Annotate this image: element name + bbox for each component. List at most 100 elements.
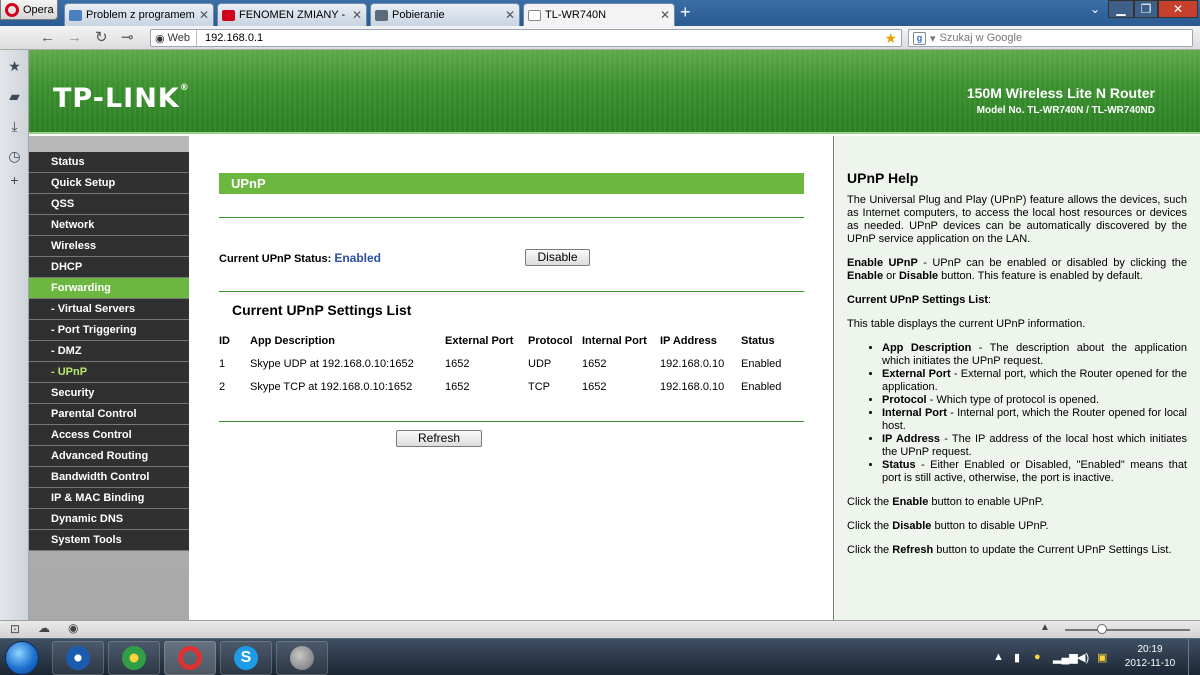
- turbo-icon[interactable]: ◉: [68, 621, 78, 635]
- opera-menu-button[interactable]: Opera: [0, 0, 58, 20]
- help-term: Enable: [892, 496, 929, 508]
- view-up-icon[interactable]: ▲: [1040, 622, 1050, 633]
- add-panel-icon[interactable]: +: [7, 173, 22, 188]
- tray-volume-icon[interactable]: ◀): [1077, 651, 1089, 664]
- menu-item-quick-setup[interactable]: Quick Setup: [29, 173, 189, 194]
- tab-fenomen-zmiany[interactable]: FENOMEN ZMIANY - Y... ✕: [217, 3, 367, 26]
- url-text[interactable]: 192.168.0.1: [197, 32, 263, 44]
- close-tab-icon[interactable]: ✕: [352, 8, 362, 22]
- menu-item-dynamic-dns[interactable]: Dynamic DNS: [29, 509, 189, 530]
- new-tab-icon[interactable]: +: [680, 3, 691, 21]
- close-tab-icon[interactable]: ✕: [505, 8, 515, 22]
- tp-link-logo: TP-LINK®: [53, 83, 190, 114]
- close-tab-icon[interactable]: ✕: [199, 8, 209, 22]
- tab-tl-wr740n[interactable]: TL-WR740N ✕: [523, 3, 675, 26]
- back-icon[interactable]: ←: [40, 29, 55, 47]
- forward-icon[interactable]: →: [67, 29, 82, 47]
- column-header: Internal Port: [582, 334, 647, 347]
- web-badge[interactable]: ◉ Web: [151, 30, 198, 46]
- upnp-panel: UPnP Current UPnP Status: Enabled Disabl…: [189, 136, 833, 620]
- menu-item-dhcp[interactable]: DHCP: [29, 257, 189, 278]
- history-clock-icon[interactable]: ◷: [7, 149, 22, 164]
- tray-usb-icon[interactable]: ▮: [1014, 651, 1020, 664]
- divider: [219, 217, 804, 218]
- opera-unite-cloud-icon[interactable]: ☁: [38, 621, 50, 635]
- table-cell: 1652: [582, 357, 607, 370]
- close-tab-icon[interactable]: ✕: [660, 8, 670, 22]
- help-bullet: Internal Port - Internal port, which the…: [882, 407, 1187, 433]
- menu-item-advanced-routing[interactable]: Advanced Routing: [29, 446, 189, 467]
- restore-icon[interactable]: ❐: [1134, 0, 1158, 18]
- menu-top-gap: [29, 136, 189, 152]
- search-field[interactable]: g ▾ Szukaj w Google: [908, 29, 1193, 47]
- zoom-slider-track[interactable]: [1065, 629, 1190, 631]
- help-term: Enable: [847, 270, 884, 282]
- taskbar-app-gimp[interactable]: [276, 641, 328, 675]
- menu-item-status[interactable]: Status: [29, 152, 189, 173]
- google-icon: g: [913, 31, 926, 45]
- tray-messenger-icon[interactable]: ●: [1034, 651, 1041, 663]
- reload-icon[interactable]: ↻: [95, 29, 108, 47]
- menu-item-network[interactable]: Network: [29, 215, 189, 236]
- menu-item-parental-control[interactable]: Parental Control: [29, 404, 189, 425]
- upnp-settings-table: ID App Description External Port Protocol In…: [219, 329, 804, 398]
- help-term: Disable: [892, 520, 932, 532]
- bookmarks-star-icon[interactable]: ★: [7, 59, 22, 74]
- menu-item-dmz[interactable]: - DMZ: [29, 341, 189, 362]
- help-term: External Port: [882, 368, 951, 380]
- help-text: button to enable UPnP.: [928, 496, 1044, 508]
- menu-item-security[interactable]: Security: [29, 383, 189, 404]
- tray-app-icon[interactable]: ▣: [1097, 651, 1107, 664]
- help-title: UPnP Help: [847, 170, 919, 186]
- model-number: Model No. TL-WR740N / TL-WR740ND: [976, 105, 1155, 116]
- table-cell: 1652: [582, 380, 607, 393]
- taskbar-app-network[interactable]: [108, 641, 160, 675]
- key-icon[interactable]: ⊸: [121, 29, 134, 47]
- tab-pobieranie[interactable]: Pobieranie ✕: [370, 3, 520, 26]
- menu-item-system-tools[interactable]: System Tools: [29, 530, 189, 551]
- web-badge-label: Web: [167, 32, 191, 44]
- settings-list-title: Current UPnP Settings List: [232, 302, 412, 318]
- tray-expand-icon[interactable]: ▲: [993, 651, 1004, 663]
- downloads-icon[interactable]: ⤓: [7, 119, 22, 134]
- taskbar-clock[interactable]: 20:19 2012-11-10: [1120, 643, 1180, 671]
- menu-item-upnp[interactable]: - UPnP: [29, 362, 189, 383]
- panel-toggle-icon[interactable]: ⊡: [10, 622, 20, 636]
- help-term: IP Address: [882, 433, 940, 445]
- menu-item-port-triggering[interactable]: - Port Triggering: [29, 320, 189, 341]
- zoom-slider-handle[interactable]: [1097, 624, 1107, 634]
- menu-item-qss[interactable]: QSS: [29, 194, 189, 215]
- tab-problem-z-programem[interactable]: Problem z programem ... ✕: [64, 3, 214, 26]
- notes-icon[interactable]: ▰: [7, 89, 22, 104]
- router-admin-page: TP-LINK® 150M Wireless Lite N Router Mod…: [29, 50, 1200, 620]
- search-engine-chevron-icon[interactable]: ▾: [930, 32, 936, 45]
- menu-item-bandwidth-control[interactable]: Bandwidth Control: [29, 467, 189, 488]
- table-body: 1 Skype UDP at 192.168.0.10:1652 1652 UDP 16…: [219, 352, 804, 398]
- tray-signal-icon[interactable]: ▂▄▆: [1053, 651, 1078, 664]
- table-row: 1 Skype UDP at 192.168.0.10:1652 1652 UDP 16…: [219, 352, 804, 375]
- menu-item-virtual-servers[interactable]: - Virtual Servers: [29, 299, 189, 320]
- brand-text: TP-LINK: [53, 83, 180, 114]
- disable-button[interactable]: Disable: [525, 249, 590, 266]
- router-menu-list: Status Quick Setup QSS Network Wireless DHCP F…: [29, 152, 189, 551]
- taskbar-app-flash[interactable]: [52, 641, 104, 675]
- table-cell: 1: [219, 357, 226, 370]
- refresh-button[interactable]: Refresh: [396, 430, 482, 447]
- taskbar-app-skype[interactable]: S: [220, 641, 272, 675]
- windows-start-button[interactable]: [5, 641, 39, 675]
- tab-list-icon[interactable]: ⌄: [1085, 0, 1105, 18]
- help-text: :: [987, 294, 992, 306]
- taskbar-app-opera[interactable]: [164, 641, 216, 675]
- help-text: Click the: [847, 544, 893, 556]
- help-text: button. This feature is enabled by defau…: [938, 270, 1143, 282]
- minimize-icon[interactable]: ▁: [1108, 0, 1134, 18]
- menu-item-wireless[interactable]: Wireless: [29, 236, 189, 257]
- menu-item-ip-mac-binding[interactable]: IP & MAC Binding: [29, 488, 189, 509]
- bookmark-star-icon[interactable]: ★: [884, 30, 897, 46]
- show-desktop-button[interactable]: [1188, 639, 1200, 675]
- close-window-icon[interactable]: ✕: [1158, 0, 1198, 18]
- menu-item-access-control[interactable]: Access Control: [29, 425, 189, 446]
- address-field[interactable]: ◉ Web 192.168.0.1 ★: [150, 29, 902, 47]
- help-text: - UPnP can be enabled or disabled by cli…: [917, 257, 1187, 269]
- menu-item-forwarding[interactable]: Forwarding: [29, 278, 189, 299]
